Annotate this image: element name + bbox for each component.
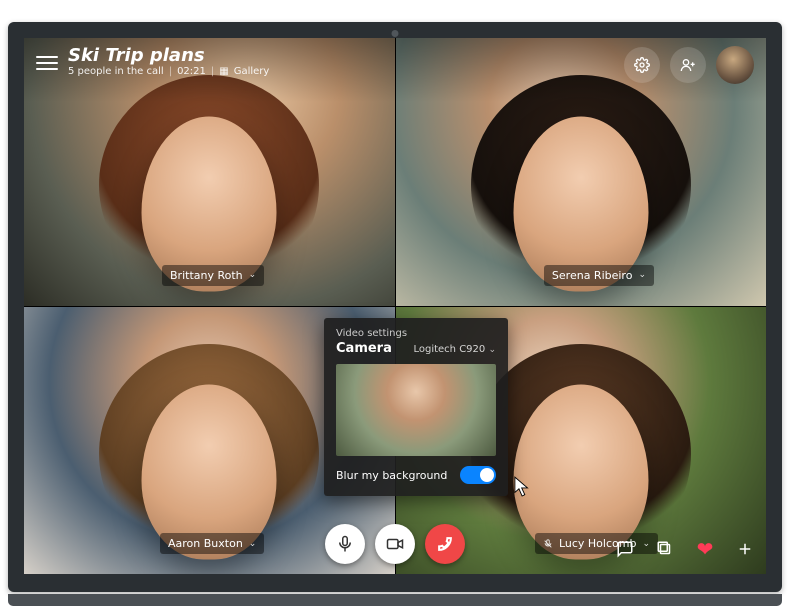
chevron-down-icon: ⌄ xyxy=(488,345,496,355)
call-subtitle: 5 people in the call | 02:21 | ▦ Gallery xyxy=(68,66,269,77)
chevron-down-icon: ⌄ xyxy=(249,270,257,280)
panel-title: Video settings xyxy=(336,328,496,339)
plus-icon xyxy=(736,540,754,558)
mic-muted-icon xyxy=(543,539,553,549)
video-settings-panel: Video settings Camera Logitech C920 ⌄ Bl… xyxy=(324,318,508,496)
call-title: Ski Trip plans xyxy=(68,46,269,66)
separator: | xyxy=(169,66,172,77)
settings-button[interactable] xyxy=(624,47,660,83)
camera-icon xyxy=(386,535,404,553)
participant-name-chip[interactable]: Aaron Buxton ⌄ xyxy=(160,533,264,554)
camera-row: Camera Logitech C920 ⌄ xyxy=(336,341,496,356)
participant-name: Serena Ribeiro xyxy=(552,269,633,282)
camera-button[interactable] xyxy=(375,524,415,564)
camera-label: Camera xyxy=(336,341,392,356)
end-call-button[interactable] xyxy=(425,524,465,564)
title-block: Ski Trip plans 5 people in the call | 02… xyxy=(68,46,269,77)
secondary-controls: ❤ xyxy=(614,538,756,560)
gear-icon xyxy=(634,57,650,73)
call-screen: Brittany Roth ⌄ Serena Ribeiro ⌄ Aaron B… xyxy=(24,38,766,574)
end-call-icon xyxy=(435,534,455,554)
chevron-down-icon: ⌄ xyxy=(638,270,646,280)
call-controls xyxy=(325,524,465,564)
share-screen-icon xyxy=(656,540,674,558)
mute-button[interactable] xyxy=(325,524,365,564)
menu-button[interactable] xyxy=(36,52,58,74)
microphone-icon xyxy=(336,535,354,553)
blur-toggle[interactable] xyxy=(460,466,496,484)
add-person-icon xyxy=(680,57,696,73)
chat-button[interactable] xyxy=(614,538,636,560)
header-actions xyxy=(624,46,754,84)
view-mode: Gallery xyxy=(234,66,270,77)
heart-icon: ❤ xyxy=(697,537,714,561)
device-bezel: Brittany Roth ⌄ Serena Ribeiro ⌄ Aaron B… xyxy=(8,22,782,592)
participant-name: Aaron Buxton xyxy=(168,537,243,550)
camera-device-select[interactable]: Logitech C920 ⌄ xyxy=(413,344,496,355)
react-button[interactable]: ❤ xyxy=(694,538,716,560)
participant-name: Brittany Roth xyxy=(170,269,243,282)
participant-name-chip[interactable]: Brittany Roth ⌄ xyxy=(162,265,264,286)
participant-count: 5 people in the call xyxy=(68,66,164,77)
camera-preview xyxy=(336,364,496,456)
blur-background-row: Blur my background xyxy=(336,466,496,484)
chevron-down-icon: ⌄ xyxy=(249,539,257,549)
more-button[interactable] xyxy=(734,538,756,560)
chat-icon xyxy=(616,540,634,558)
blur-label: Blur my background xyxy=(336,469,447,482)
call-duration: 02:21 xyxy=(177,66,206,77)
grid-icon: ▦ xyxy=(219,66,228,77)
separator: | xyxy=(211,66,214,77)
participant-name-chip[interactable]: Serena Ribeiro ⌄ xyxy=(544,265,654,286)
self-avatar[interactable] xyxy=(716,46,754,84)
share-screen-button[interactable] xyxy=(654,538,676,560)
add-person-button[interactable] xyxy=(670,47,706,83)
call-header: Ski Trip plans 5 people in the call | 02… xyxy=(24,38,766,102)
